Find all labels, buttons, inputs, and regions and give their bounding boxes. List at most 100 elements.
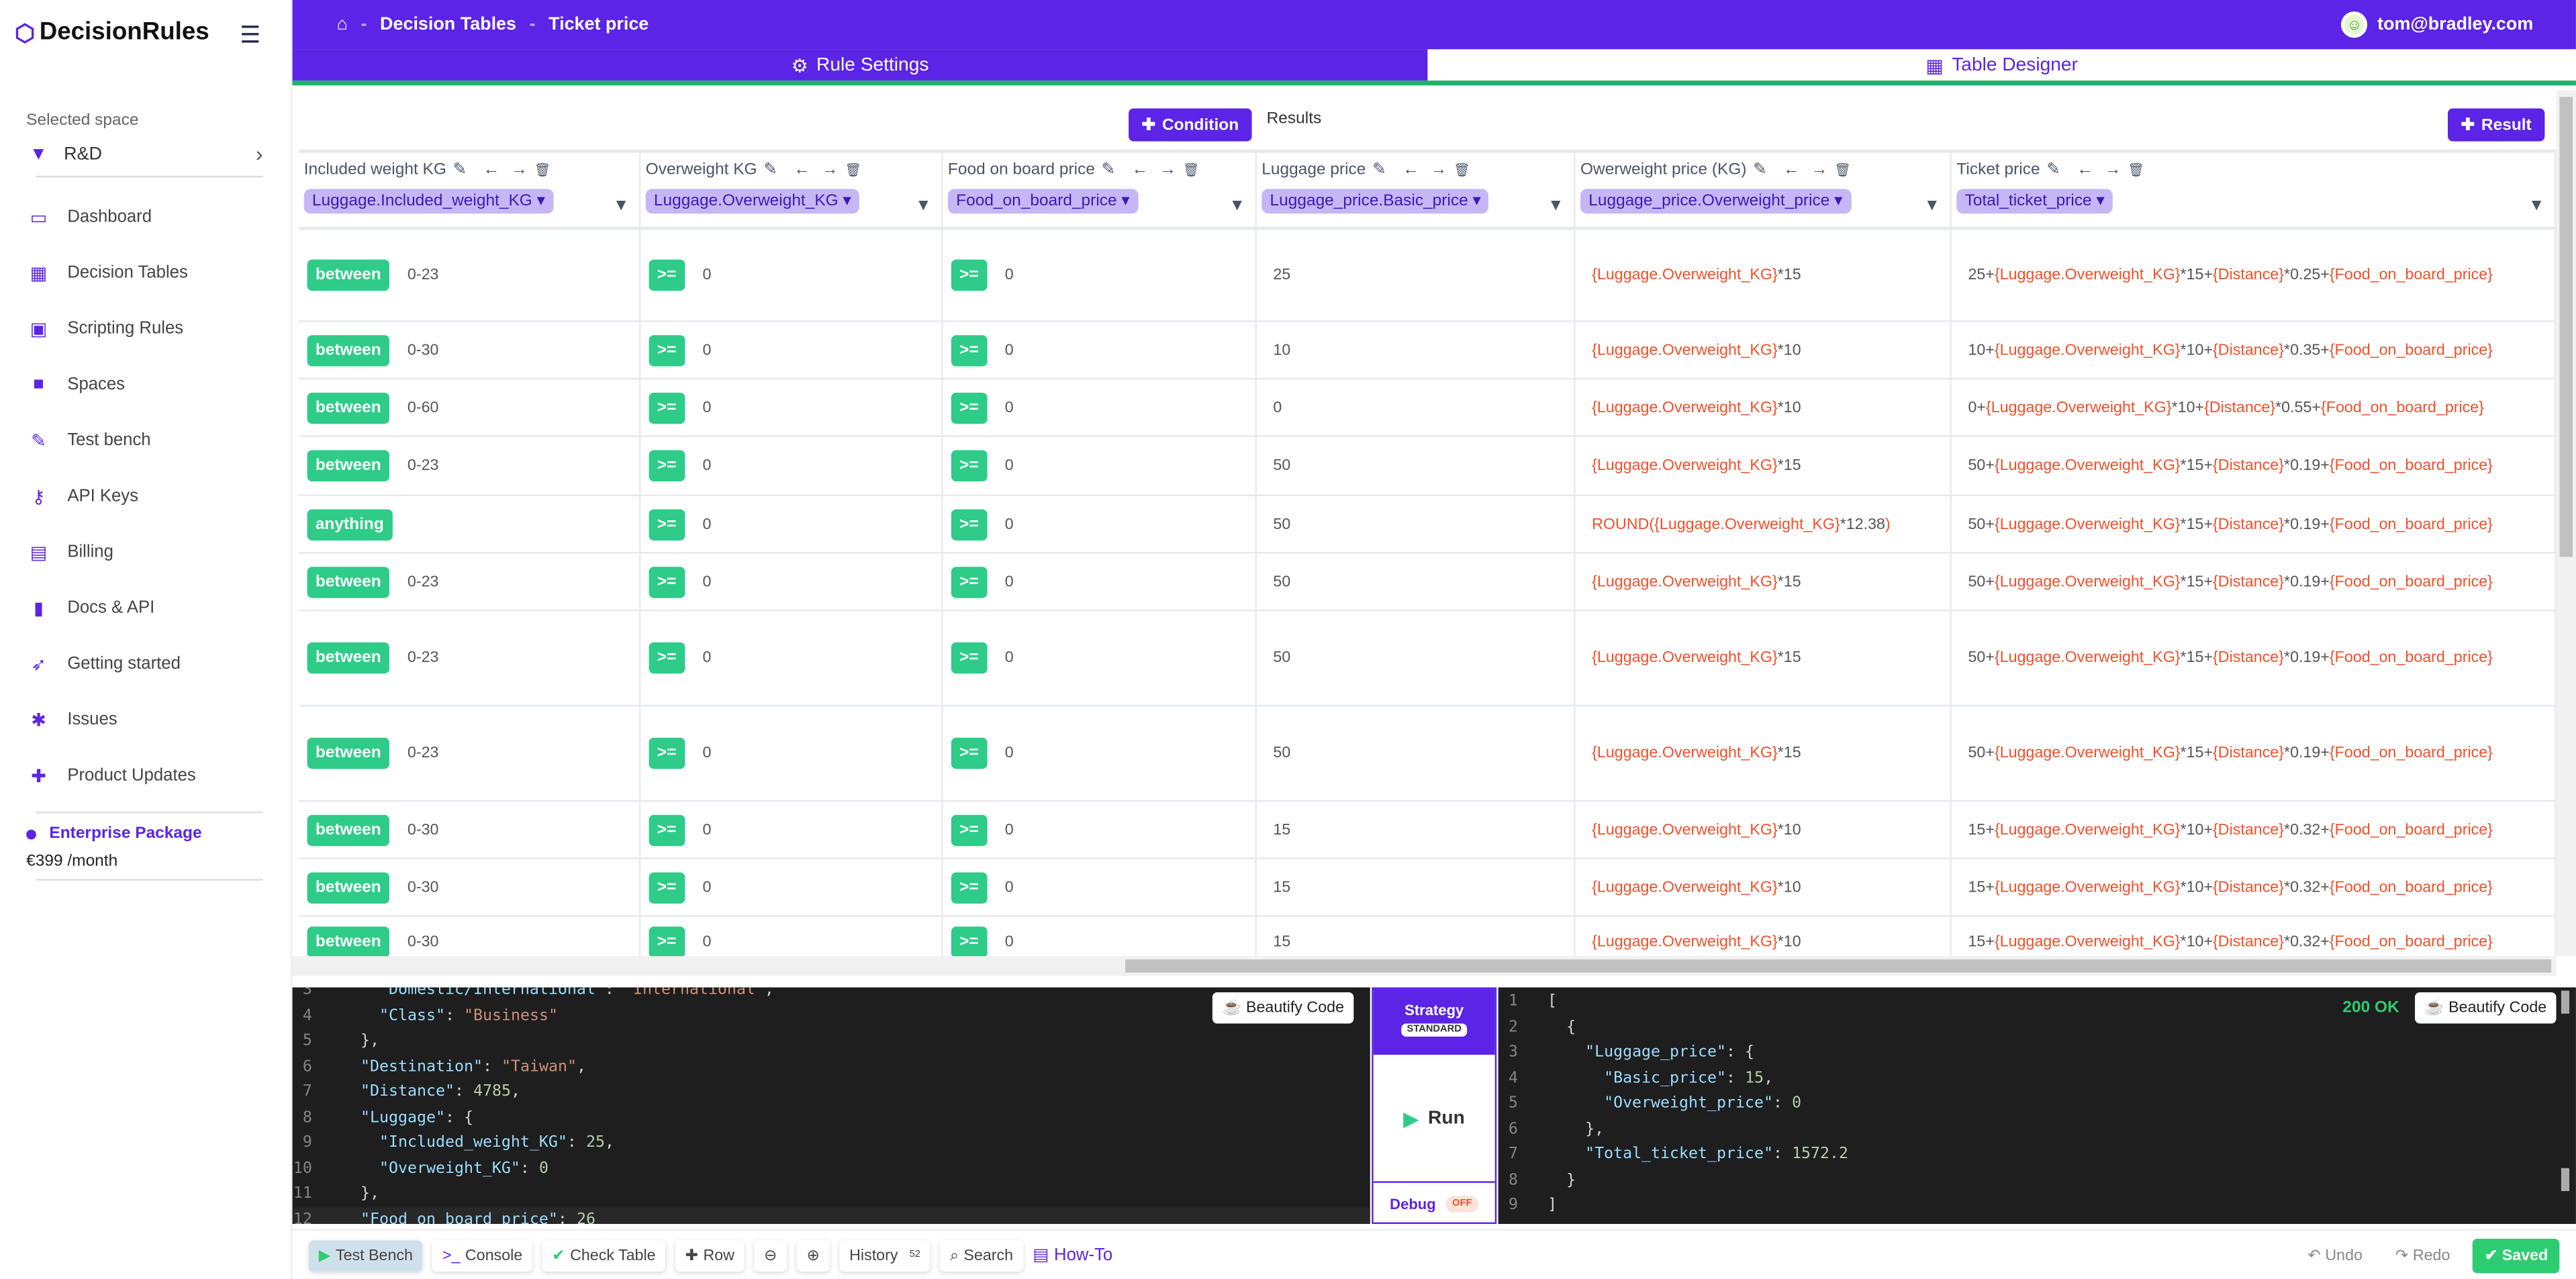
move-right-icon[interactable]: → (511, 161, 527, 179)
sidebar-item-spaces[interactable]: ■ Spaces (30, 357, 196, 412)
filter-icon[interactable]: ▼ (2528, 197, 2544, 216)
condition-cell[interactable]: >= 0 (943, 230, 1257, 321)
filter-icon[interactable]: ▼ (613, 197, 629, 216)
condition-cell[interactable]: >= 0 (943, 379, 1257, 436)
undo-button[interactable]: ↶ Undo (2298, 1246, 2373, 1264)
operator-badge[interactable]: >= (649, 927, 685, 958)
condition-cell[interactable]: >= 0 (943, 802, 1257, 858)
condition-cell[interactable]: between 0-30 (299, 322, 641, 378)
move-right-icon[interactable]: → (2105, 161, 2121, 179)
logo[interactable]: ⬡ DecisionRules (15, 18, 209, 46)
move-right-icon[interactable]: → (1159, 161, 1176, 179)
test-bench-button[interactable]: ▶ Test Bench (309, 1239, 423, 1271)
result-cell[interactable]: {Luggage.Overweight_KG} *10 (1576, 379, 1952, 436)
operator-badge[interactable]: >= (951, 565, 987, 598)
condition-cell[interactable]: >= 0 (640, 859, 943, 915)
operator-badge[interactable]: >= (649, 450, 685, 481)
sidebar-item-getting-started[interactable]: ➶ Getting started (30, 636, 196, 692)
condition-cell[interactable]: between 0-23 (299, 611, 641, 705)
scrollbar-thumb[interactable] (2561, 1168, 2570, 1192)
condition-cell[interactable]: >= 0 (640, 553, 943, 610)
operator-badge[interactable]: between (307, 737, 389, 769)
operator-badge[interactable]: >= (951, 508, 987, 540)
condition-cell[interactable]: between 0-23 (299, 706, 641, 800)
attribute-dropdown[interactable]: Luggage_price.Overweight_price ▾ (1580, 189, 1851, 214)
edit-icon[interactable]: ✎ (763, 161, 777, 179)
operator-badge[interactable]: between (307, 927, 389, 958)
result-cell[interactable]: {Luggage.Overweight_KG} *15 (1576, 553, 1952, 610)
trash-icon[interactable]: 🗑 (1834, 162, 1851, 177)
space-selector[interactable]: ▼ R&D › (30, 141, 263, 166)
tab-table-designer[interactable]: ▦ Table Designer (1427, 49, 2576, 81)
sidebar-item-dashboard[interactable]: ▭ Dashboard (30, 189, 196, 244)
operator-badge[interactable]: >= (951, 814, 987, 845)
operator-badge[interactable]: between (307, 814, 389, 845)
run-button[interactable]: ▶ Run (1374, 1055, 1495, 1181)
sidebar-item-docs-api[interactable]: ▮ Docs & API (30, 580, 196, 636)
move-left-icon[interactable]: ← (794, 161, 815, 179)
result-cell[interactable]: 50 (1257, 436, 1576, 495)
breadcrumb-decision-tables[interactable]: Decision Tables (380, 15, 516, 34)
redo-button[interactable]: ↷ Redo (2385, 1246, 2460, 1264)
how-to-link[interactable]: ▤ How-To (1033, 1245, 1112, 1265)
result-cell[interactable]: {Luggage.Overweight_KG} *15 (1576, 611, 1952, 705)
add-result-button[interactable]: ✚ Result (2448, 108, 2545, 142)
move-left-icon[interactable]: ← (1132, 161, 1153, 179)
operator-badge[interactable]: >= (951, 737, 987, 769)
operator-badge[interactable]: >= (951, 642, 987, 674)
move-left-icon[interactable]: ← (2077, 161, 2098, 179)
condition-cell[interactable]: >= 0 (640, 379, 943, 436)
result-cell[interactable]: 50+ {Luggage.Overweight_KG} *15+ {Distance}… (1952, 706, 2557, 800)
sidebar-item-test-bench[interactable]: ✎ Test bench (30, 412, 196, 468)
condition-cell[interactable]: between 0-60 (299, 379, 641, 436)
condition-cell[interactable]: >= 0 (640, 436, 943, 495)
trash-icon[interactable]: 🗑 (1453, 162, 1470, 177)
filter-icon[interactable]: ▼ (915, 197, 931, 216)
attribute-dropdown[interactable]: Luggage.Overweight_KG ▾ (645, 189, 860, 214)
operator-badge[interactable]: between (307, 565, 389, 598)
condition-cell[interactable]: >= 0 (943, 495, 1257, 553)
edit-icon[interactable]: ✎ (1372, 161, 1386, 179)
scrollbar-thumb[interactable] (2559, 97, 2573, 557)
search-button[interactable]: ⌕ Search (940, 1239, 1023, 1271)
condition-cell[interactable]: between 0-23 (299, 436, 641, 495)
operator-badge[interactable]: >= (649, 391, 685, 424)
edit-icon[interactable]: ✎ (453, 161, 467, 179)
condition-cell[interactable]: >= 0 (640, 322, 943, 378)
result-cell[interactable]: 15+ {Luggage.Overweight_KG} *10+ {Distance}… (1952, 802, 2557, 858)
user-menu[interactable]: ☺ tom@bradley.com (2341, 11, 2533, 38)
filter-icon[interactable]: ▼ (1547, 197, 1564, 216)
result-cell[interactable]: 50+ {Luggage.Overweight_KG} *15+ {Distance}… (1952, 611, 2557, 705)
result-cell[interactable]: 50 (1257, 706, 1576, 800)
operator-badge[interactable]: >= (649, 334, 685, 366)
condition-cell[interactable]: >= 0 (640, 802, 943, 858)
operator-badge[interactable]: >= (649, 565, 685, 598)
edit-icon[interactable]: ✎ (1753, 161, 1767, 179)
condition-cell[interactable]: anything (299, 495, 641, 553)
operator-badge[interactable]: between (307, 391, 389, 424)
condition-cell[interactable]: >= 0 (943, 553, 1257, 610)
sidebar-item-issues[interactable]: ✱ Issues (30, 692, 196, 747)
check-table-button[interactable]: ✔ Check Table (542, 1239, 666, 1271)
move-right-icon[interactable]: → (822, 161, 838, 179)
result-cell[interactable]: {Luggage.Overweight_KG} *10 (1576, 802, 1952, 858)
operator-badge[interactable]: >= (951, 450, 987, 481)
scrollbar-thumb[interactable] (1125, 959, 2552, 973)
operator-badge[interactable]: between (307, 450, 389, 481)
condition-cell[interactable]: >= 0 (943, 859, 1257, 915)
beautify-input-button[interactable]: ☕ Beautify Code (1212, 992, 1354, 1024)
result-cell[interactable]: 50 (1257, 611, 1576, 705)
zoom-in-button[interactable]: ⊕ (796, 1239, 830, 1271)
home-icon[interactable]: ⌂ (337, 15, 348, 34)
result-cell[interactable]: 25+ {Luggage.Overweight_KG} *15+ {Distance}… (1952, 230, 2557, 321)
tab-rule-settings[interactable]: ⚙ Rule Settings (292, 49, 1428, 81)
sidebar-item-product-updates[interactable]: ✚ Product Updates (30, 747, 196, 803)
zoom-out-button[interactable]: ⊖ (754, 1239, 788, 1271)
result-cell[interactable]: 25 (1257, 230, 1576, 321)
add-row-button[interactable]: ✚ Row (675, 1239, 745, 1271)
result-cell[interactable]: 50 (1257, 495, 1576, 553)
condition-cell[interactable]: >= 0 (943, 322, 1257, 378)
result-cell[interactable]: 15 (1257, 802, 1576, 858)
operator-badge[interactable]: between (307, 259, 389, 291)
trash-icon[interactable]: 🗑 (2128, 162, 2144, 177)
